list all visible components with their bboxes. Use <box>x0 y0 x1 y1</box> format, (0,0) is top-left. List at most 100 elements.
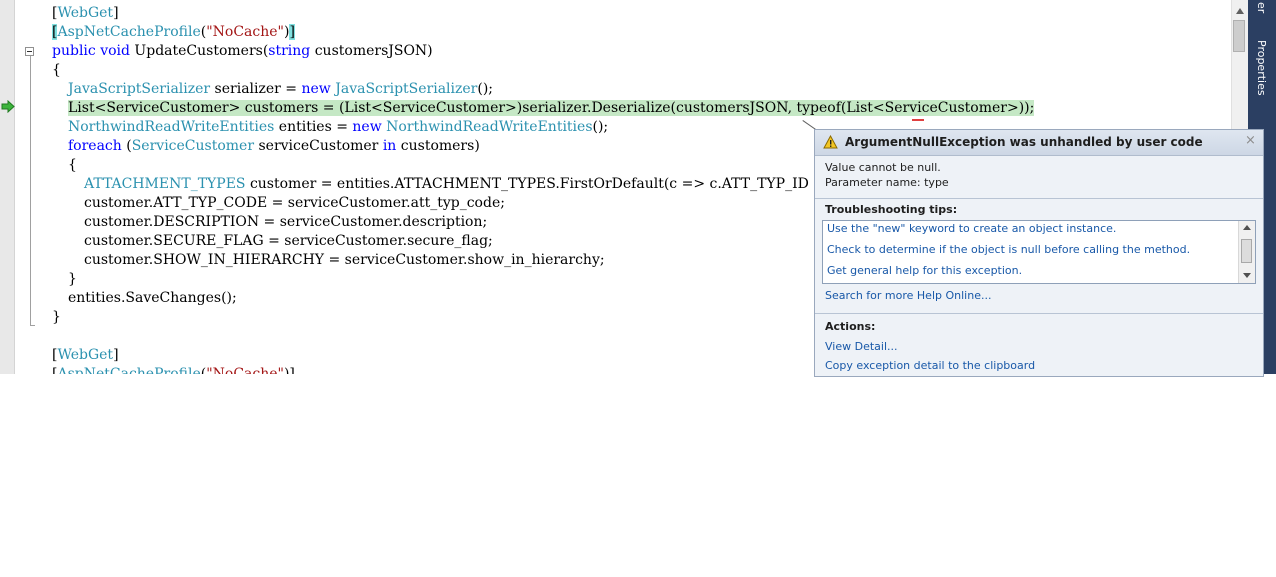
divider <box>815 313 1263 314</box>
code-token: "NoCache" <box>206 366 284 374</box>
code-token: customer.SHOW_IN_HIERARCHY = serviceCust… <box>84 252 605 268</box>
view-detail-link[interactable]: View Detail... <box>825 340 898 353</box>
code-token: customers) <box>396 138 480 154</box>
error-squiggle <box>912 115 924 121</box>
code-text: { <box>68 157 77 173</box>
code-token: WebGet <box>57 347 114 363</box>
code-token: WebGet <box>57 5 114 21</box>
code-text: customer.SHOW_IN_HIERARCHY = serviceCust… <box>84 252 605 268</box>
code-token: customer.DESCRIPTION = serviceCustomer.d… <box>84 214 488 230</box>
current-statement-arrow-icon <box>1 100 15 113</box>
code-token: (); <box>477 81 493 97</box>
divider <box>815 198 1263 199</box>
scroll-down-arrow-icon[interactable] <box>1243 273 1251 278</box>
tip-link-general-help[interactable]: Get general help for this exception. <box>827 264 1022 277</box>
code-line[interactable]: [AspNetCacheProfile("NoCache")] <box>52 23 295 42</box>
side-tab-properties[interactable]: Properties <box>1255 40 1268 96</box>
code-token: List<ServiceCustomer> customers = (List<… <box>68 100 1035 116</box>
code-line[interactable]: [WebGet] <box>52 4 119 23</box>
code-line[interactable]: customer.SHOW_IN_HIERARCHY = serviceCust… <box>84 251 605 270</box>
scroll-up-arrow-icon[interactable] <box>1236 8 1244 14</box>
tips-scrollbar[interactable] <box>1238 221 1255 283</box>
code-token: customer.SECURE_FLAG = serviceCustomer.s… <box>84 233 493 249</box>
code-text: { <box>52 62 61 78</box>
close-icon[interactable]: × <box>1245 133 1256 148</box>
code-text: [AspNetCacheProfile("NoCache")] <box>52 366 295 374</box>
code-token: entities = <box>274 119 353 135</box>
code-text: ATTACHMENT_TYPES customer = entities.ATT… <box>84 176 884 192</box>
code-line[interactable]: entities.SaveChanges(); <box>68 289 237 308</box>
tip-link-new-keyword[interactable]: Use the "new" keyword to create an objec… <box>827 222 1116 235</box>
code-token: void <box>100 43 130 59</box>
scroll-thumb[interactable] <box>1233 20 1245 52</box>
code-line[interactable]: [AspNetCacheProfile("NoCache")] <box>52 365 295 374</box>
code-line[interactable]: { <box>68 156 77 175</box>
code-text: entities.SaveChanges(); <box>68 290 237 306</box>
code-token: ( <box>121 138 132 154</box>
code-token: customer.ATT_TYP_CODE = serviceCustomer.… <box>84 195 505 211</box>
code-text: customer.ATT_TYP_CODE = serviceCustomer.… <box>84 195 505 211</box>
code-token: } <box>52 309 61 325</box>
warning-icon <box>823 135 838 149</box>
side-tab-partial[interactable]: er <box>1255 2 1268 13</box>
indicator-margin <box>0 0 15 374</box>
code-token: ] <box>113 5 119 21</box>
troubleshooting-heading: Troubleshooting tips: <box>825 203 958 216</box>
code-token: JavaScriptSerializer <box>68 81 211 97</box>
code-text: } <box>68 271 77 287</box>
tip-link-null-check[interactable]: Check to determine if the object is null… <box>827 243 1190 256</box>
search-help-online-link[interactable]: Search for more Help Online... <box>825 289 991 302</box>
code-token: (); <box>592 119 609 135</box>
code-text: [WebGet] <box>52 5 119 21</box>
code-token: new <box>301 81 331 97</box>
troubleshooting-list: Use the "new" keyword to create an objec… <box>822 220 1256 284</box>
collapse-toggle-icon[interactable] <box>25 47 34 56</box>
scroll-thumb[interactable] <box>1241 239 1252 263</box>
code-token: NorthwindReadWriteEntities <box>68 119 275 135</box>
code-line[interactable]: [WebGet] <box>52 346 119 365</box>
outline-bar <box>30 56 35 326</box>
code-line[interactable]: } <box>68 270 77 289</box>
code-line[interactable]: customer.DESCRIPTION = serviceCustomer.d… <box>84 213 487 232</box>
code-text: customer.DESCRIPTION = serviceCustomer.d… <box>84 214 487 230</box>
code-text: customer.SECURE_FLAG = serviceCustomer.s… <box>84 233 493 249</box>
code-token: ServiceCustomer <box>131 138 255 154</box>
exception-message: Value cannot be null. <box>825 161 941 174</box>
code-token: { <box>52 62 61 78</box>
code-line[interactable]: } <box>52 308 61 327</box>
code-text: foreach (ServiceCustomer serviceCustomer… <box>68 138 480 154</box>
code-token: entities.SaveChanges(); <box>68 290 237 306</box>
scroll-up-arrow-icon[interactable] <box>1243 225 1251 230</box>
current-statement-highlight: List<ServiceCustomer> customers = (List<… <box>68 100 1035 116</box>
code-line[interactable]: ATTACHMENT_TYPES customer = entities.ATT… <box>84 175 884 194</box>
code-token: customer = entities.ATTACHMENT_TYPES.Fir… <box>245 176 884 192</box>
code-line[interactable]: customer.ATT_TYP_CODE = serviceCustomer.… <box>84 194 505 213</box>
code-token: AspNetCacheProfile <box>57 366 201 374</box>
code-token: AspNetCacheProfile <box>57 24 201 40</box>
exception-header: ArgumentNullException was unhandled by u… <box>815 130 1263 156</box>
code-line[interactable]: List<ServiceCustomer> customers = (List<… <box>68 99 1035 118</box>
exception-parameter: Parameter name: type <box>825 176 949 189</box>
code-token: )] <box>283 366 295 374</box>
code-text: NorthwindReadWriteEntities entities = ne… <box>68 119 608 135</box>
exception-title: ArgumentNullException was unhandled by u… <box>845 135 1203 149</box>
code-line[interactable]: customer.SECURE_FLAG = serviceCustomer.s… <box>84 232 493 251</box>
code-text: [WebGet] <box>52 347 119 363</box>
copy-exception-link[interactable]: Copy exception detail to the clipboard <box>825 359 1035 372</box>
code-line[interactable]: foreach (ServiceCustomer serviceCustomer… <box>68 137 480 156</box>
code-line[interactable]: { <box>52 61 61 80</box>
code-token: public <box>52 43 96 59</box>
code-token: JavaScriptSerializer <box>335 81 478 97</box>
code-token: foreach <box>68 138 122 154</box>
actions-heading: Actions: <box>825 320 876 333</box>
code-line[interactable]: NorthwindReadWriteEntities entities = ne… <box>68 118 608 137</box>
code-text: public void UpdateCustomers(string custo… <box>52 43 433 59</box>
code-line[interactable]: public void UpdateCustomers(string custo… <box>52 42 433 61</box>
code-token: } <box>68 271 77 287</box>
code-token: in <box>382 138 397 154</box>
code-line[interactable]: JavaScriptSerializer serializer = new Ja… <box>68 80 493 99</box>
code-token: UpdateCustomers( <box>129 43 269 59</box>
code-token: customersJSON) <box>310 43 433 59</box>
code-token: string <box>268 43 311 59</box>
exception-assistant: ArgumentNullException was unhandled by u… <box>814 129 1264 377</box>
